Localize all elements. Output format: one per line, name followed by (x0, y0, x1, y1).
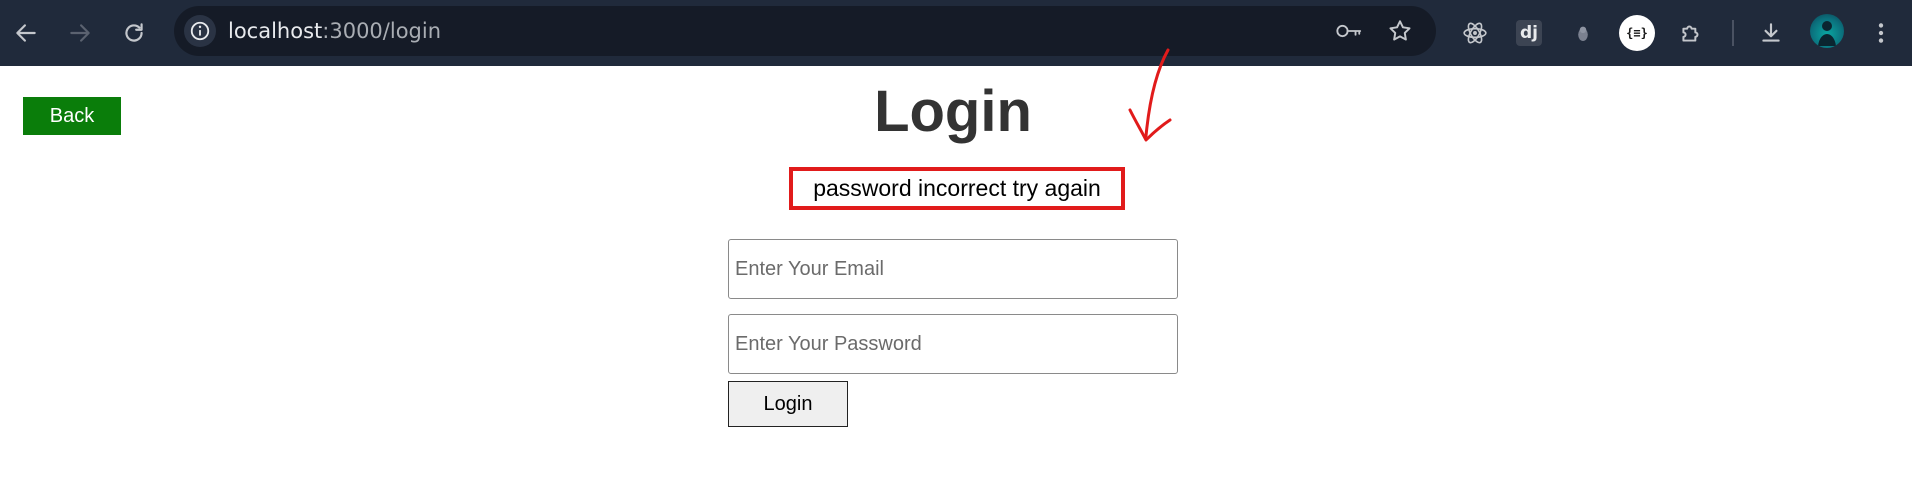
email-field[interactable] (728, 239, 1178, 299)
bookmark-star-icon[interactable] (1385, 17, 1415, 45)
login-button[interactable]: Login (728, 381, 848, 427)
password-field[interactable] (728, 314, 1178, 374)
extension-icon[interactable] (1564, 14, 1602, 52)
json-viewer-icon[interactable]: {≡} (1618, 14, 1656, 52)
reload-icon[interactable] (116, 15, 152, 51)
puzzle-extensions-icon[interactable] (1672, 14, 1710, 52)
url-path: :3000/login (322, 19, 442, 43)
download-icon[interactable] (1752, 14, 1790, 52)
browser-toolbar: localhost:3000/login dj {≡} (0, 0, 1912, 66)
password-key-icon[interactable] (1334, 17, 1364, 45)
url-text[interactable]: localhost:3000/login (228, 19, 441, 43)
toolbar-divider (1732, 20, 1734, 46)
annotation-arrow (1128, 48, 1172, 142)
page-title: Login (874, 79, 1032, 144)
address-bar[interactable]: localhost:3000/login (174, 6, 1436, 56)
error-message: password incorrect try again (813, 175, 1101, 201)
react-devtools-icon[interactable] (1456, 14, 1494, 52)
back-icon[interactable] (8, 15, 44, 51)
site-info-icon[interactable] (184, 15, 216, 47)
forward-icon[interactable] (62, 15, 98, 51)
url-host: localhost (228, 19, 323, 43)
error-message-box: password incorrect try again (789, 167, 1125, 210)
json-viewer-label: {≡} (1619, 15, 1655, 51)
more-menu-icon[interactable] (1862, 14, 1900, 52)
avatar[interactable] (1810, 14, 1844, 48)
django-icon[interactable]: dj (1510, 14, 1548, 52)
django-icon-label: dj (1516, 20, 1542, 46)
